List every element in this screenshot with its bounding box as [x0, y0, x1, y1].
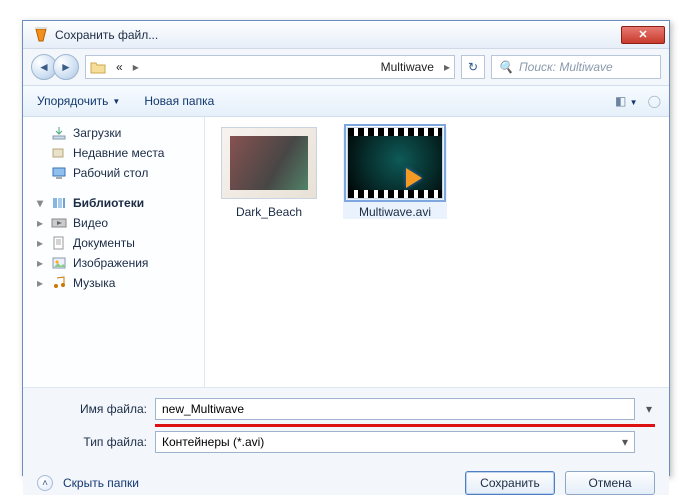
collapse-icon[interactable]: ▾ — [35, 196, 45, 210]
video-thumbnail — [347, 127, 443, 199]
tree-downloads[interactable]: Загрузки — [33, 123, 200, 143]
breadcrumb-root[interactable]: « — [110, 60, 129, 74]
organize-label: Упорядочить — [37, 94, 108, 108]
forward-button[interactable]: ► — [53, 54, 79, 80]
filetype-select[interactable]: Контейнеры (*.avi) ▾ — [155, 431, 635, 453]
breadcrumb[interactable]: « ▸ Multiwave ▸ — [85, 55, 455, 79]
downloads-icon — [51, 126, 67, 140]
folder-icon — [90, 60, 106, 74]
navigation-tree: Загрузки Недавние места Рабочий стол ▾ Би… — [23, 117, 205, 387]
file-view[interactable]: Dark_Beach Multiwave.avi — [205, 117, 669, 387]
filename-label: Имя файла: — [37, 402, 147, 416]
tree-pictures[interactable]: ▸Изображения — [33, 253, 200, 273]
music-icon — [51, 276, 67, 290]
collapse-icon[interactable]: ˄ — [37, 475, 53, 491]
view-options-button[interactable]: ◧ ▼ — [615, 94, 638, 108]
titlebar: Сохранить файл... ✕ — [23, 21, 669, 49]
documents-icon — [51, 236, 67, 250]
file-label: Multiwave.avi — [343, 205, 447, 219]
footer: ˄ Скрыть папки Сохранить Отмена — [23, 461, 669, 495]
nav-buttons: ◄ ► — [31, 54, 79, 80]
save-label: Сохранить — [480, 476, 540, 490]
tree-label: Загрузки — [73, 126, 121, 140]
cancel-label: Отмена — [588, 476, 631, 490]
chevron-right-icon: ▸ — [133, 60, 139, 74]
tree-label: Видео — [73, 216, 108, 230]
form-area: Имя файла: ▾ Тип файла: Контейнеры (*.av… — [23, 387, 669, 461]
hide-folders-link[interactable]: Скрыть папки — [63, 476, 139, 490]
folder-thumbnail — [221, 127, 317, 199]
tree-music[interactable]: ▸Музыка — [33, 273, 200, 293]
close-button[interactable]: ✕ — [621, 26, 665, 44]
libraries-icon — [51, 196, 67, 210]
app-icon — [33, 27, 49, 43]
chevron-down-icon: ▼ — [112, 97, 120, 106]
tree-label: Изображения — [73, 256, 148, 270]
tree-documents[interactable]: ▸Документы — [33, 233, 200, 253]
breadcrumb-current[interactable]: Multiwave — [375, 60, 440, 74]
filetype-label: Тип файла: — [37, 435, 147, 449]
nav-row: ◄ ► « ▸ Multiwave ▸ ↻ 🔍 Поиск: Multiwave — [23, 49, 669, 85]
pictures-icon — [51, 256, 67, 270]
folder-label: Dark_Beach — [217, 205, 321, 219]
recent-icon — [51, 146, 67, 160]
search-placeholder: Поиск: Multiwave — [519, 60, 613, 74]
toolbar: Упорядочить ▼ Новая папка ◧ ▼ ◯ — [23, 85, 669, 117]
tree-video[interactable]: ▸Видео — [33, 213, 200, 233]
refresh-button[interactable]: ↻ — [461, 55, 485, 79]
tree-label: Библиотеки — [73, 196, 144, 210]
tree-label: Музыка — [73, 276, 115, 290]
video-icon — [51, 216, 67, 230]
window-title: Сохранить файл... — [55, 28, 621, 42]
highlight-annotation — [155, 424, 655, 427]
tree-libraries[interactable]: ▾ Библиотеки — [33, 193, 200, 213]
tree-label: Недавние места — [73, 146, 164, 160]
desktop-icon — [51, 166, 67, 180]
filetype-value: Контейнеры (*.avi) — [162, 435, 264, 449]
tree-recent[interactable]: Недавние места — [33, 143, 200, 163]
save-button[interactable]: Сохранить — [465, 471, 555, 495]
tree-desktop[interactable]: Рабочий стол — [33, 163, 200, 183]
tree-label: Рабочий стол — [73, 166, 148, 180]
chevron-right-icon: ▸ — [444, 60, 450, 74]
filename-dropdown[interactable]: ▾ — [643, 402, 655, 416]
search-input[interactable]: 🔍 Поиск: Multiwave — [491, 55, 661, 79]
file-tile-selected[interactable]: Multiwave.avi — [343, 127, 447, 219]
chevron-down-icon: ▼ — [630, 98, 638, 107]
new-folder-button[interactable]: Новая папка — [138, 92, 220, 110]
organize-button[interactable]: Упорядочить ▼ — [31, 92, 126, 110]
tree-label: Документы — [73, 236, 135, 250]
search-icon: 🔍 — [498, 60, 513, 74]
hide-folders-label: Скрыть папки — [63, 476, 139, 490]
new-folder-label: Новая папка — [144, 94, 214, 108]
folder-tile[interactable]: Dark_Beach — [217, 127, 321, 219]
filename-input[interactable] — [155, 398, 635, 420]
cancel-button[interactable]: Отмена — [565, 471, 655, 495]
help-button[interactable]: ◯ — [648, 94, 661, 108]
save-dialog: Сохранить файл... ✕ ◄ ► « ▸ Multiwave ▸ … — [22, 20, 670, 476]
chevron-down-icon: ▾ — [622, 435, 628, 449]
